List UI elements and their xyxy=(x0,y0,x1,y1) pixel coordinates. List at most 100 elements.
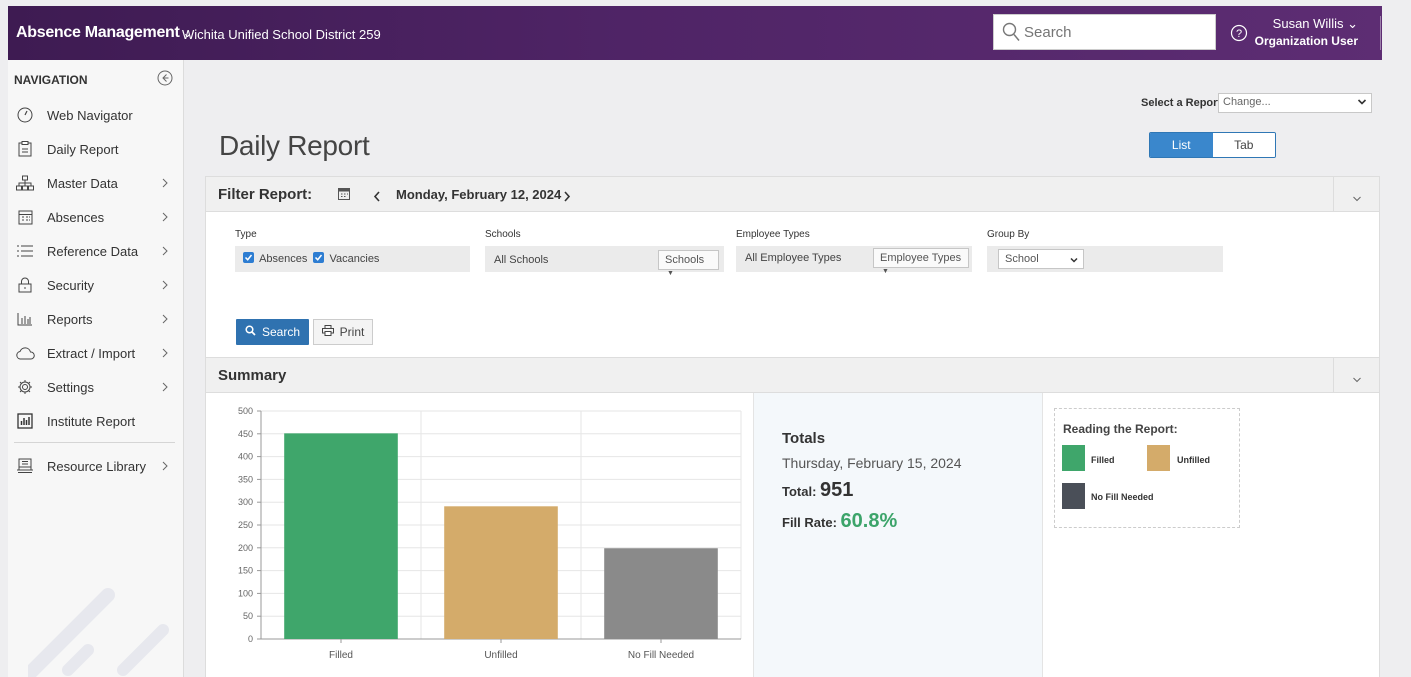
chart-ytick-label: 350 xyxy=(238,474,253,484)
print-button-label: Print xyxy=(339,325,365,339)
sidebar-item-reference-data[interactable]: Reference Data xyxy=(8,234,183,268)
list-view-button[interactable]: List xyxy=(1150,133,1213,157)
select-report-label: Select a Report xyxy=(1141,97,1222,109)
sidebar-item-daily-report[interactable]: Daily Report xyxy=(8,132,183,166)
sidebar-item-label: Settings xyxy=(47,379,94,395)
chart-bar xyxy=(444,506,558,639)
schools-field: All Schools Schools ▼ xyxy=(485,246,724,277)
print-button[interactable]: Print xyxy=(313,319,373,345)
chevron-right-icon xyxy=(161,346,169,361)
district-name: Wichita Unified School District 259 xyxy=(182,27,381,42)
group-by-select[interactable]: School xyxy=(998,249,1084,269)
sidebar-item-label: Daily Report xyxy=(47,141,119,157)
speedometer-icon xyxy=(14,107,36,123)
global-search[interactable] xyxy=(993,14,1216,50)
summary-panel-body: 0 50 100 150 200 250 300 350 400 450 500 Filled Unfi… xyxy=(205,393,1380,677)
summary-collapse-toggle[interactable] xyxy=(1333,358,1379,392)
chart-ytick-label: 200 xyxy=(238,543,253,553)
chart-ytick-label: 400 xyxy=(238,452,253,462)
schools-value: All Schools xyxy=(494,254,549,266)
sidebar-item-extract-import[interactable]: Extract / Import xyxy=(8,336,183,370)
chevron-right-icon xyxy=(161,210,169,225)
filter-date: Monday, February 12, 2024 xyxy=(396,187,562,202)
sidebar-item-label: Institute Report xyxy=(47,413,136,429)
sidebar-item-label: Resource Library xyxy=(47,458,146,474)
app-menu[interactable]: Absence Management ⌄ xyxy=(16,24,193,42)
sidebar-item-settings[interactable]: Settings xyxy=(8,370,183,404)
type-label: Type xyxy=(235,229,257,240)
chart-xtick-label: Filled xyxy=(329,650,353,661)
totals-panel: Totals Thursday, February 15, 2024 Total… xyxy=(753,393,1043,677)
vacancies-checkbox-label: Vacancies xyxy=(329,253,380,265)
report-chart-icon xyxy=(14,413,36,429)
chevron-down-icon xyxy=(1352,190,1362,208)
page-title: Daily Report xyxy=(219,130,370,161)
cloud-icon xyxy=(14,346,36,360)
tab-view-button[interactable]: Tab xyxy=(1212,133,1275,157)
sidebar-item-label: Absences xyxy=(47,209,105,225)
bar-chart-icon xyxy=(14,312,36,326)
caret-down-icon: ▼ xyxy=(882,268,889,275)
chevron-right-icon xyxy=(161,380,169,395)
sidebar-item-absences[interactable]: Absences xyxy=(8,200,183,234)
chevron-down-icon xyxy=(1070,255,1078,267)
schools-dropdown-button[interactable]: Schools ▼ xyxy=(658,250,719,277)
calendar-icon[interactable] xyxy=(338,187,350,205)
svg-text:?: ? xyxy=(1236,28,1242,40)
filter-title: Filter Report: xyxy=(218,186,313,203)
legend-swatch-unfilled xyxy=(1147,445,1170,471)
filter-panel-body: Type Absences Vacancies Schools All Scho… xyxy=(205,212,1380,357)
sidebar-item-institute-report[interactable]: Institute Report xyxy=(8,404,183,438)
sidebar-item-web-navigator[interactable]: Web Navigator xyxy=(8,98,183,132)
group-by-value: School xyxy=(1005,253,1039,265)
sidebar-item-label: Web Navigator xyxy=(47,107,133,123)
chevron-right-icon xyxy=(161,176,169,191)
lock-icon xyxy=(14,277,36,293)
sidebar-item-reports[interactable]: Reports xyxy=(8,302,183,336)
employee-types-dropdown-button[interactable]: Employee Types ▼ xyxy=(873,248,969,275)
chart-ytick-label: 50 xyxy=(243,611,253,621)
sidebar-item-master-data[interactable]: Master Data xyxy=(8,166,183,200)
fill-rate-line: Fill Rate: 60.8% xyxy=(782,510,897,533)
printer-icon xyxy=(321,325,334,339)
chevron-down-icon xyxy=(1352,371,1362,389)
sidebar-item-resource-library[interactable]: Resource Library xyxy=(8,449,183,483)
sidebar-item-label: Reference Data xyxy=(47,243,139,259)
chevron-down-icon xyxy=(1357,97,1367,110)
sidebar-item-security[interactable]: Security xyxy=(8,268,183,302)
nav-list: Web Navigator Daily Report Master Data A… xyxy=(8,98,183,483)
previous-day-icon[interactable] xyxy=(373,189,381,207)
chart-ytick-label: 150 xyxy=(238,566,253,576)
summary-title: Summary xyxy=(218,367,287,384)
list-icon xyxy=(14,244,36,258)
chart-ytick-label: 300 xyxy=(238,497,253,507)
collapse-sidebar-icon[interactable] xyxy=(156,69,174,92)
legend-label-filled: Filled xyxy=(1091,455,1115,465)
filter-collapse-toggle[interactable] xyxy=(1333,177,1379,211)
search-input[interactable] xyxy=(1024,21,1209,43)
employee-types-field: All Employee Types Employee Types ▼ xyxy=(736,246,972,275)
vacancies-checkbox[interactable] xyxy=(313,252,325,263)
totals-title: Totals xyxy=(782,430,826,447)
chevron-right-icon xyxy=(161,244,169,259)
user-menu[interactable]: Susan Willis ⌄ xyxy=(1273,16,1358,32)
app-title: Absence Management xyxy=(16,24,180,41)
next-day-icon[interactable] xyxy=(563,189,571,207)
legend-title: Reading the Report: xyxy=(1063,422,1178,436)
absences-checkbox[interactable] xyxy=(243,252,254,263)
select-report-dropdown[interactable]: Change... xyxy=(1218,93,1372,113)
legend-swatch-no-fill-needed xyxy=(1062,483,1085,509)
search-button[interactable]: Search xyxy=(236,319,309,345)
help-icon[interactable]: ? xyxy=(1230,24,1248,47)
nav-title: NAVIGATION xyxy=(14,73,88,87)
chevron-down-icon: ⌄ xyxy=(1347,16,1358,31)
user-role: Organization User xyxy=(1254,34,1358,48)
org-chart-icon xyxy=(14,175,36,191)
fill-rate-value: 60.8% xyxy=(840,510,898,532)
employee-types-button-label: Employee Types xyxy=(880,252,962,264)
sidebar: NAVIGATION Web Navigator Daily Report Ma… xyxy=(8,60,184,677)
group-by-label: Group By xyxy=(987,229,1030,240)
chart-bar xyxy=(284,433,398,639)
totals-date: Thursday, February 15, 2024 xyxy=(782,455,962,471)
chevron-right-icon xyxy=(161,278,169,293)
